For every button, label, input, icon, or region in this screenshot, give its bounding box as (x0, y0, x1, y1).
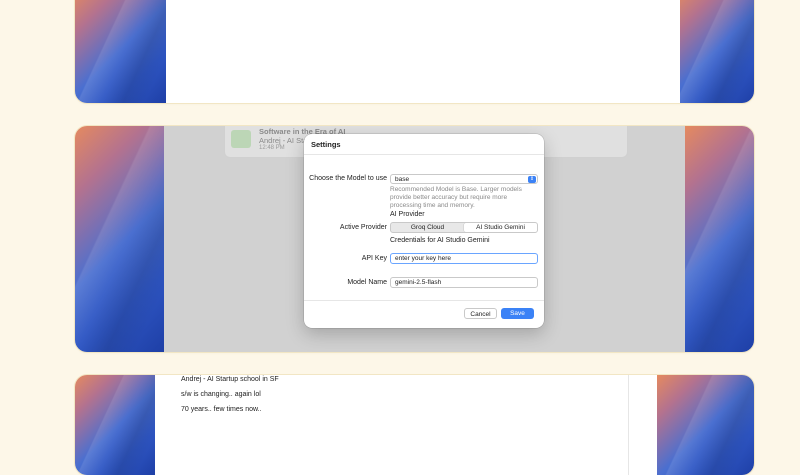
save-button[interactable]: Save (501, 308, 534, 319)
active-provider-label: Active Provider (339, 224, 387, 231)
wallpaper-right (657, 375, 754, 475)
model-select-value: base (395, 176, 410, 183)
model-name-input[interactable] (390, 277, 538, 288)
window-card-top (75, 0, 754, 103)
notes-window: Andrej - AI Startup school in SF s/w is … (155, 375, 657, 475)
credentials-heading: Credentials for AI Studio Gemini (390, 237, 490, 244)
note-author: Andrej - AI Sta (259, 136, 308, 145)
note-thumbnail (231, 130, 251, 148)
note-time: 12:48 PM (259, 145, 285, 151)
api-key-input[interactable] (390, 253, 538, 264)
provider-option-gemini[interactable]: AI Studio Gemini (464, 223, 537, 232)
settings-dialog: Settings Choose the Model to use base ⇕ … (304, 134, 544, 328)
note-line: s/w is changing.. again lol (181, 391, 261, 398)
wallpaper-right (685, 126, 754, 352)
api-key-label: API Key (361, 255, 387, 262)
model-hint: Recommended Model is Base. Larger models… (390, 186, 522, 209)
note-line: Andrej - AI Startup school in SF (181, 376, 279, 383)
model-name-label: Model Name (347, 279, 387, 286)
provider-segmented-control: Groq Cloud AI Studio Gemini (390, 222, 538, 233)
wallpaper-left (75, 126, 164, 352)
dialog-title: Settings (311, 140, 341, 149)
wallpaper-left (75, 0, 166, 103)
provider-section-heading: AI Provider (390, 211, 425, 218)
model-label: Choose the Model to use (309, 175, 387, 182)
cancel-button[interactable]: Cancel (464, 308, 497, 319)
blank-window (166, 0, 680, 103)
model-select[interactable]: base ⇕ (390, 174, 538, 184)
dimmed-window: Software in the Era of AI Andrej - AI St… (164, 126, 685, 352)
provider-option-groq[interactable]: Groq Cloud (391, 223, 464, 232)
window-card-notes: Andrej - AI Startup school in SF s/w is … (75, 375, 754, 475)
window-card-settings: Software in the Era of AI Andrej - AI St… (75, 126, 754, 352)
divider (304, 300, 544, 301)
chevron-updown-icon: ⇕ (528, 176, 536, 183)
note-line: 70 years.. few times now.. (181, 406, 262, 413)
wallpaper-right (680, 0, 754, 103)
divider (304, 154, 544, 155)
wallpaper-left (75, 375, 155, 475)
pane-divider (628, 375, 629, 475)
